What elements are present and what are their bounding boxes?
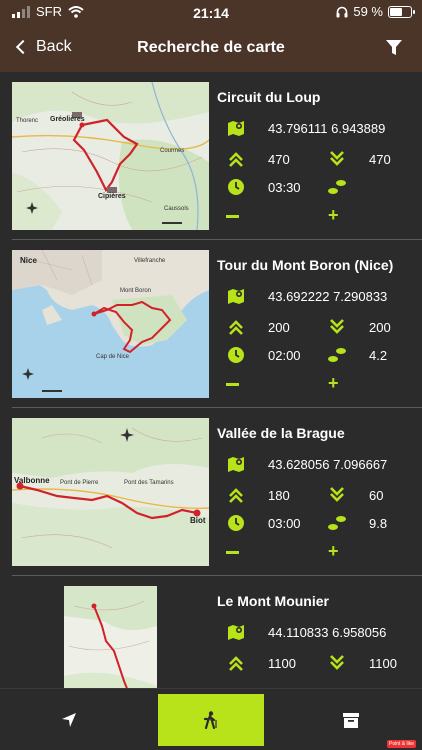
map-label: Cap de Nice [96, 354, 130, 360]
map-pin-icon [228, 121, 244, 136]
map-label: Biot [190, 516, 206, 525]
page-title: Recherche de carte [137, 39, 285, 56]
descent-icon [330, 151, 344, 166]
battery-icon [388, 5, 415, 18]
plus-icon[interactable]: + [328, 373, 339, 394]
descent-icon [330, 319, 344, 334]
clock-icon [228, 515, 244, 531]
tab-nearby[interactable] [16, 694, 122, 746]
archive-icon [343, 712, 359, 728]
battery-percent: 59 % [353, 4, 383, 19]
hike-name: Tour du Mont Boron (Nice) [217, 257, 394, 273]
map-label: Caussols [164, 206, 189, 212]
ascent-value: 200 [268, 320, 290, 335]
coordinates-row: 43.628056 7.096667 [226, 454, 422, 474]
minus-icon[interactable] [226, 383, 239, 386]
map-label: Nice [20, 256, 37, 265]
hike-card[interactable]: Thorenc Gréolières Cipières Courmes Caus… [12, 72, 422, 240]
clock-icon [228, 347, 244, 363]
ascent-icon [229, 656, 243, 671]
status-right: 59 % [336, 4, 415, 19]
footsteps-icon [328, 516, 346, 530]
map-thumbnail [64, 586, 157, 688]
elevation-row: 1100 1100 [226, 653, 422, 673]
descent-value: 1100 [369, 656, 397, 671]
ascent-value: 180 [268, 488, 290, 503]
ascent-icon [229, 488, 243, 503]
hike-name: Circuit du Loup [217, 89, 321, 105]
coordinates: 44.110833 6.958056 [268, 625, 387, 640]
map-label: Pont des Tamarins [124, 480, 174, 486]
coordinates-row: 43.692222 7.290833 [226, 286, 422, 306]
map-thumbnail: Nice Villefranche Mont Boron Cap de Nice [12, 250, 209, 398]
distance-value: 9.8 [369, 516, 388, 531]
map-pin-icon [228, 457, 244, 472]
map-label: Gréolières [50, 116, 85, 123]
coordinates-row: 44.110833 6.958056 [226, 622, 422, 642]
descent-icon [330, 655, 344, 670]
elevation-row: 470 470 [226, 149, 422, 169]
zoom-row: + [226, 373, 422, 395]
hike-card[interactable]: Valbonne Pont de Pierre Pont des Tamarin… [12, 408, 422, 576]
status-bar: SFR 21:14 59 % [0, 0, 422, 26]
tab-hikes[interactable]: Point & like [158, 694, 264, 746]
elevation-row: 200 200 [226, 317, 422, 337]
ascent-icon [229, 152, 243, 167]
map-label: Valbonne [14, 476, 50, 485]
map-label: Thorenc [16, 118, 39, 124]
descent-icon [330, 487, 344, 502]
headphones-icon [336, 6, 348, 17]
hike-name: Vallée de la Brague [217, 425, 345, 441]
minus-icon[interactable] [226, 551, 239, 554]
zoom-row: + [226, 205, 422, 227]
coordinates-row: 43.796111 6.943889 [226, 118, 422, 138]
clock-icon [228, 179, 244, 195]
descent-value: 200 [369, 320, 391, 335]
ascent-icon [229, 320, 243, 335]
footsteps-icon [328, 348, 346, 362]
app-badge: Point & like [386, 740, 416, 748]
map-pin-icon [228, 289, 244, 304]
minus-icon[interactable] [226, 215, 239, 218]
hike-list[interactable]: Thorenc Gréolières Cipières Courmes Caus… [0, 72, 422, 688]
hike-name: Le Mont Mounier [217, 593, 329, 609]
nav-header: Back Recherche de carte [0, 26, 422, 72]
tab-archive[interactable] [298, 694, 404, 746]
descent-value: 60 [369, 488, 384, 503]
hike-card[interactable]: Le Mont Mounier 44.110833 6.958056 1100 … [12, 576, 422, 688]
plus-icon[interactable]: + [328, 205, 339, 226]
elevation-row: 180 60 [226, 485, 422, 505]
hike-card[interactable]: Nice Villefranche Mont Boron Cap de Nice… [12, 240, 422, 408]
map-label: Cipières [98, 193, 126, 200]
ascent-value: 470 [268, 152, 290, 167]
coordinates: 43.796111 6.943889 [268, 121, 386, 136]
filter-icon[interactable] [386, 40, 402, 56]
descent-value: 470 [369, 152, 391, 167]
duration-value: 03:30 [268, 180, 301, 195]
map-label: Villefranche [134, 258, 166, 264]
map-label: Mont Boron [120, 288, 152, 294]
time-row: 02:00 4.2 [226, 345, 422, 365]
time-row: 03:00 9.8 [226, 513, 422, 533]
map-label: Courmes [160, 148, 185, 154]
coordinates: 43.692222 7.290833 [268, 289, 388, 304]
tab-bar: Point & like Point & like [0, 688, 422, 750]
map-label: Pont de Pierre [60, 480, 99, 486]
time-row: 03:30 [226, 177, 422, 197]
zoom-row: + [226, 541, 422, 563]
duration-value: 03:00 [268, 516, 301, 531]
plus-icon[interactable]: + [328, 541, 339, 562]
footsteps-icon [328, 180, 346, 194]
hiker-icon [203, 711, 217, 729]
duration-value: 02:00 [268, 348, 301, 363]
map-pin-icon [228, 625, 244, 640]
coordinates: 43.628056 7.096667 [268, 457, 388, 472]
map-thumbnail: Valbonne Pont de Pierre Pont des Tamarin… [12, 418, 209, 566]
ascent-value: 1100 [268, 656, 296, 671]
location-arrow-icon [62, 713, 76, 727]
distance-value: 4.2 [369, 348, 388, 363]
map-thumbnail: Thorenc Gréolières Cipières Courmes Caus… [12, 82, 209, 230]
